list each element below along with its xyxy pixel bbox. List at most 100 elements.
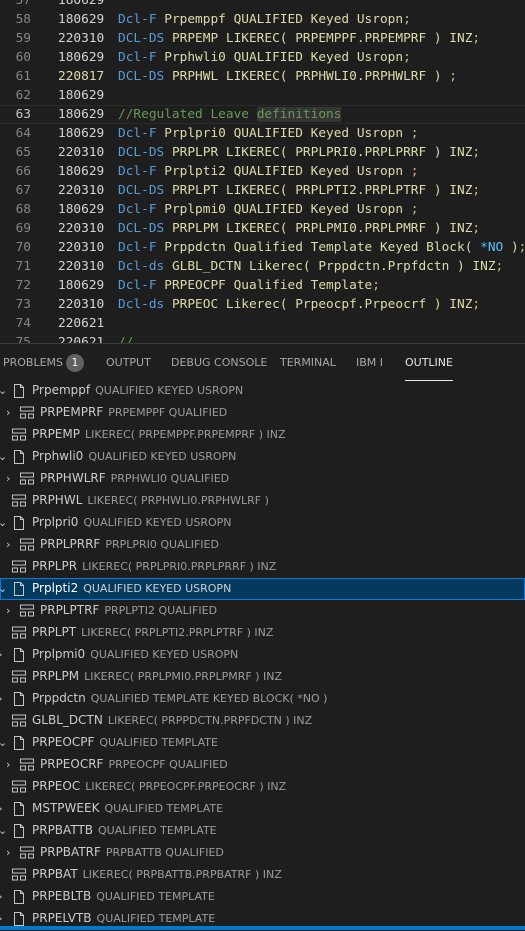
outline-item-label: PRPHWLRF PRPHWLI0 QUALIFIED	[40, 471, 229, 485]
code-line[interactable]: 61 220817 DCL-DS PRPHWL LIKEREC( PRPHWLI0.…	[0, 67, 525, 86]
outline-item-name: PRPBAT	[32, 867, 78, 881]
outline-item-description: PRPHWLI0 QUALIFIED	[110, 472, 230, 485]
sequence-date: 220310	[58, 145, 105, 160]
code-line[interactable]: 60 180629 Dcl-F Prphwli0 QUALIFIED Keyed U…	[0, 48, 525, 67]
sequence-date: 220621	[58, 316, 105, 331]
outline-item[interactable]: › Prppdctn QUALIFIED TEMPLATE KEYED BLOCK(…	[0, 688, 525, 710]
code-line[interactable]: 73 220310 Dcl-ds PRPEOC Likerec( Prpeocpf.…	[0, 295, 525, 314]
code-line[interactable]: 71 220310 Dcl-ds GLBL_DCTN Likerec( Prppdc…	[0, 257, 525, 276]
line-number: 69	[15, 221, 31, 236]
code-line[interactable]: 75 220621 //	[0, 333, 525, 343]
chevron-right-icon[interactable]: ›	[6, 758, 16, 772]
outline-item-label: PRPBATRF PRPBATTB QUALIFIED	[40, 845, 224, 859]
code-line[interactable]: 66 180629 Dcl-F Prplpti2 QUALIFIED Keyed U…	[0, 162, 525, 181]
code-line[interactable]: 59 220310 DCL-DS PRPEMP LIKEREC( PRPEMPPF.…	[0, 29, 525, 48]
chevron-right-icon[interactable]: ›	[0, 912, 8, 926]
tab-output[interactable]: OUTPUT	[106, 356, 151, 380]
outline-item[interactable]: ⌄ Prpemppf QUALIFIED KEYED USROPN	[0, 380, 525, 402]
outline-item[interactable]: ⌄ PRPBATTB QUALIFIED TEMPLATE	[0, 820, 525, 842]
outline-item[interactable]: › Prplpmi0 QUALIFIED KEYED USROPN	[0, 644, 525, 666]
outline-item[interactable]: › PRPEBLTB QUALIFIED TEMPLATE	[0, 886, 525, 908]
chevron-right-icon[interactable]: ›	[0, 802, 8, 816]
chevron-right-icon[interactable]: ›	[6, 846, 16, 860]
code-text: Dcl-F Prplpti2 QUALIFIED Keyed Usropn ;	[118, 162, 419, 181]
code-line[interactable]: 65 220310 DCL-DS PRPLPR LIKEREC( PRPLPRI0.…	[0, 143, 525, 162]
outline-item-description: QUALIFIED KEYED USROPN	[83, 516, 232, 529]
tab-outline[interactable]: OUTLINE	[405, 356, 453, 381]
outline-item-name: PRPEMPRF	[40, 405, 104, 419]
sequence-date: 180629	[58, 50, 105, 65]
outline-item-label: PRPEOC LIKEREC( PRPEOCPF.PRPEOCRF ) INZ	[32, 779, 286, 793]
chevron-down-icon[interactable]: ⌄	[0, 516, 8, 530]
chevron-right-icon[interactable]: ›	[0, 648, 8, 662]
outline-item-description: LIKEREC( PRPPDCTN.PRPFDCTN ) INZ	[107, 714, 313, 727]
outline-item-description: LIKEREC( PRPHWLI0.PRPHWLRF )	[87, 494, 269, 507]
code-editor[interactable]: 57 180629 58 180629 Dcl-F Prpemppf QUALIFIED…	[0, 0, 525, 343]
chevron-right-icon[interactable]: ›	[0, 692, 8, 706]
outline-item-label: PRPEOCRF PRPEOCPF QUALIFIED	[40, 757, 228, 771]
outline-item[interactable]: › PRPLPRRF PRPLPRI0 QUALIFIED	[0, 534, 525, 556]
outline-item[interactable]: › PRPBATRF PRPBATTB QUALIFIED	[0, 842, 525, 864]
code-line[interactable]: 64 180629 Dcl-F Prplpri0 QUALIFIED Keyed U…	[0, 124, 525, 143]
code-line[interactable]: 62 180629	[0, 86, 525, 105]
chevron-right-icon[interactable]: ›	[6, 406, 16, 420]
code-line[interactable]: 68 180629 Dcl-F Prplpmi0 QUALIFIED Keyed U…	[0, 200, 525, 219]
code-line[interactable]: 63 180629 //Regulated Leave definitions	[0, 105, 525, 124]
tab-ibm-i[interactable]: IBM I	[356, 356, 383, 380]
code-token: PRPLPT LIKEREC( PRPLPTI2.PRPLPTRF ) INZ	[171, 183, 473, 198]
outline-item[interactable]: PRPHWL LIKEREC( PRPHWLI0.PRPHWLRF )	[0, 490, 525, 512]
outline-item-name: Prphwli0	[32, 449, 84, 463]
outline-item[interactable]: › PRPHWLRF PRPHWLI0 QUALIFIED	[0, 468, 525, 490]
outline-item-description: QUALIFIED TEMPLATE	[104, 802, 224, 815]
line-number: 58	[15, 12, 31, 27]
outline-item[interactable]: ⌄ Prplpti2 QUALIFIED KEYED USROPN	[0, 578, 525, 600]
code-text: DCL-DS PRPLPR LIKEREC( PRPLPRI0.PRPLPRRF…	[118, 143, 480, 162]
outline-item[interactable]: ⌄ PRPEOCPF QUALIFIED TEMPLATE	[0, 732, 525, 754]
code-token: ;	[472, 221, 481, 236]
code-token: PRPHWL LIKEREC( PRPHWLI0.PRPHWLRF )	[171, 69, 450, 84]
outline-item[interactable]: PRPLPR LIKEREC( PRPLPRI0.PRPLPRRF ) INZ	[0, 556, 525, 578]
outline-item[interactable]: › MSTPWEEK QUALIFIED TEMPLATE	[0, 798, 525, 820]
tab-terminal[interactable]: TERMINAL	[280, 356, 336, 380]
code-line[interactable]: 70 220310 Dcl-F Prppdctn Qualified Templat…	[0, 238, 525, 257]
structure-icon	[20, 472, 36, 489]
outline-item[interactable]: › PRPLPTRF PRPLPTI2 QUALIFIED	[0, 600, 525, 622]
chevron-down-icon[interactable]: ⌄	[0, 736, 8, 750]
outline-item-label: PRPHWL LIKEREC( PRPHWLI0.PRPHWLRF )	[32, 493, 269, 507]
sequence-date: 180629	[58, 12, 105, 27]
chevron-right-icon[interactable]: ›	[6, 604, 16, 618]
chevron-down-icon[interactable]: ⌄	[0, 582, 8, 596]
code-text: Dcl-F Prpemppf QUALIFIED Keyed Usropn;	[118, 10, 411, 29]
outline-item[interactable]: GLBL_DCTN LIKEREC( PRPPDCTN.PRPFDCTN ) IN…	[0, 710, 525, 732]
code-line[interactable]: 67 220310 DCL-DS PRPLPT LIKEREC( PRPLPTI2.…	[0, 181, 525, 200]
outline-item[interactable]: PRPLPM LIKEREC( PRPLPMI0.PRPLPMRF ) INZ	[0, 666, 525, 688]
tab-debug-console[interactable]: DEBUG CONSOLE	[171, 356, 267, 380]
outline-item[interactable]: › PRPEOCRF PRPEOCPF QUALIFIED	[0, 754, 525, 776]
code-line[interactable]: 57 180629	[0, 0, 525, 10]
outline-item[interactable]: PRPEMP LIKEREC( PRPEMPPF.PRPEMPRF ) INZ	[0, 424, 525, 446]
code-line[interactable]: 72 180629 Dcl-F PRPEOCPF Qualified Templat…	[0, 276, 525, 295]
outline-item[interactable]: › PRPEMPRF PRPEMPPF QUALIFIED	[0, 402, 525, 424]
outline-item[interactable]: PRPEOC LIKEREC( PRPEOCPF.PRPEOCRF ) INZ	[0, 776, 525, 798]
sequence-date: 220310	[58, 240, 105, 255]
chevron-right-icon[interactable]: ›	[6, 472, 16, 486]
outline-item[interactable]: ⌄ Prphwli0 QUALIFIED KEYED USROPN	[0, 446, 525, 468]
outline-item[interactable]: ⌄ Prplpri0 QUALIFIED KEYED USROPN	[0, 512, 525, 534]
code-token: )	[503, 240, 519, 255]
outline-item-description: QUALIFIED KEYED USROPN	[83, 582, 232, 595]
chevron-down-icon[interactable]: ⌄	[0, 384, 8, 398]
tab-problems[interactable]: PROBLEMS	[3, 356, 63, 380]
chevron-down-icon[interactable]: ⌄	[0, 824, 8, 838]
chevron-right-icon[interactable]: ›	[0, 890, 8, 904]
code-line[interactable]: 74 220621	[0, 314, 525, 333]
outline-item[interactable]: PRPBAT LIKEREC( PRPBATTB.PRPBATRF ) INZ	[0, 864, 525, 886]
code-text: Dcl-F Prplpri0 QUALIFIED Keyed Usropn ;	[118, 124, 419, 143]
outline-item[interactable]: PRPLPT LIKEREC( PRPLPTI2.PRPLPTRF ) INZ	[0, 622, 525, 644]
status-bar	[0, 926, 525, 930]
chevron-down-icon[interactable]: ⌄	[0, 450, 8, 464]
outline-item-name: Prplpmi0	[32, 647, 86, 661]
code-line[interactable]: 58 180629 Dcl-F Prpemppf QUALIFIED Keyed U…	[0, 10, 525, 29]
structure-icon	[12, 868, 28, 885]
code-line[interactable]: 69 220310 DCL-DS PRPLPM LIKEREC( PRPLPMI0.…	[0, 219, 525, 238]
chevron-right-icon[interactable]: ›	[6, 538, 16, 552]
